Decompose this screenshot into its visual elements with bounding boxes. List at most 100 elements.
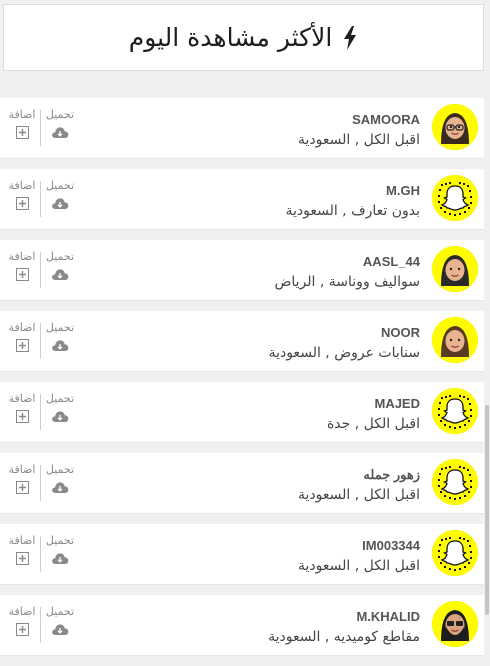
cloud-download-icon [52, 269, 69, 280]
item-actions: اضافة تحميل [4, 463, 78, 505]
username[interactable]: SAMOORA [352, 112, 420, 127]
cloud-download-icon [52, 411, 69, 422]
scrollbar-thumb[interactable] [485, 405, 489, 615]
add-label: اضافة [8, 463, 36, 476]
avatar[interactable] [432, 175, 478, 221]
list-item[interactable]: MAJED اقبل الكل , جدة اضافة تحميل [0, 382, 484, 443]
avatar-bitmoji-icon [432, 246, 478, 292]
add-label: اضافة [8, 179, 36, 192]
download-button[interactable]: تحميل [42, 108, 78, 148]
username[interactable]: MAJED [374, 396, 420, 411]
cloud-download-icon [52, 127, 69, 138]
list-item[interactable]: M.KHALID مقاطع كوميديه , السعودية اضافة … [0, 595, 484, 656]
most-viewed-list: SAMOORA اقبل الكل , السعودية اضافة تحميل… [0, 98, 484, 666]
list-item[interactable]: زهور جمله اقبل الكل , السعودية اضافة تحم… [0, 453, 484, 514]
download-label: تحميل [45, 108, 75, 121]
add-button[interactable]: اضافة [4, 250, 40, 290]
download-label: تحميل [45, 321, 75, 334]
user-description: اقبل الكل , السعودية [298, 558, 420, 574]
page-title: الأكثر مشاهدة اليوم [128, 23, 333, 52]
list-item[interactable]: SAMOORA اقبل الكل , السعودية اضافة تحميل [0, 98, 484, 159]
add-label: اضافة [8, 534, 36, 547]
cloud-download-icon [52, 624, 69, 635]
user-description: اقبل الكل , جدة [326, 416, 420, 432]
snapcode-ghost-icon [432, 175, 478, 221]
add-label: اضافة [8, 321, 36, 334]
item-actions: اضافة تحميل [4, 250, 78, 292]
add-button[interactable]: اضافة [4, 463, 40, 503]
action-divider [40, 323, 41, 359]
username[interactable]: IM003344 [362, 538, 420, 553]
add-label: اضافة [8, 605, 36, 618]
add-button[interactable]: اضافة [4, 534, 40, 574]
download-button[interactable]: تحميل [42, 250, 78, 290]
username[interactable]: AASL_44 [363, 254, 420, 269]
avatar[interactable] [432, 104, 478, 150]
avatar[interactable] [432, 246, 478, 292]
username[interactable]: زهور جمله [363, 467, 420, 483]
download-button[interactable]: تحميل [42, 179, 78, 219]
username[interactable]: M.KHALID [356, 609, 420, 624]
avatar[interactable] [432, 530, 478, 576]
download-button[interactable]: تحميل [42, 392, 78, 432]
add-button[interactable]: اضافة [4, 321, 40, 361]
user-description: مقاطع كوميديه , السعودية [268, 629, 420, 645]
download-button[interactable]: تحميل [42, 321, 78, 361]
download-label: تحميل [45, 250, 75, 263]
plus-square-icon [15, 623, 29, 636]
list-item[interactable]: AASL_44 سواليف ووناسة , الرياض اضافة تحم… [0, 240, 484, 301]
plus-square-icon [15, 552, 29, 565]
action-divider [40, 536, 41, 572]
item-actions: اضافة تحميل [4, 392, 78, 434]
user-description: اقبل الكل , السعودية [298, 132, 420, 148]
action-divider [40, 465, 41, 501]
add-button[interactable]: اضافة [4, 179, 40, 219]
list-item[interactable]: M.GH بدون تعارف , السعودية اضافة تحميل [0, 169, 484, 230]
avatar[interactable] [432, 388, 478, 434]
add-label: اضافة [8, 392, 36, 405]
item-actions: اضافة تحميل [4, 179, 78, 221]
download-label: تحميل [45, 392, 75, 405]
avatar[interactable] [432, 459, 478, 505]
item-actions: اضافة تحميل [4, 534, 78, 576]
item-actions: اضافة تحميل [4, 108, 78, 150]
cloud-download-icon [52, 553, 69, 564]
item-actions: اضافة تحميل [4, 605, 78, 647]
avatar-bitmoji-icon [432, 104, 478, 150]
snapcode-ghost-icon [432, 459, 478, 505]
download-button[interactable]: تحميل [42, 534, 78, 574]
action-divider [40, 181, 41, 217]
avatar-bitmoji-icon [432, 601, 478, 647]
plus-square-icon [15, 197, 29, 210]
download-button[interactable]: تحميل [42, 463, 78, 503]
cloud-download-icon [52, 482, 69, 493]
username[interactable]: M.GH [386, 183, 420, 198]
user-description: اقبل الكل , السعودية [298, 487, 420, 503]
item-actions: اضافة تحميل [4, 321, 78, 363]
action-divider [40, 252, 41, 288]
action-divider [40, 607, 41, 643]
list-item[interactable]: NOOR سنابات عروض , السعودية اضافة تحميل [0, 311, 484, 372]
username[interactable]: NOOR [381, 325, 420, 340]
download-button[interactable]: تحميل [42, 605, 78, 645]
action-divider [40, 110, 41, 146]
cloud-download-icon [52, 198, 69, 209]
add-button[interactable]: اضافة [4, 605, 40, 645]
add-button[interactable]: اضافة [4, 392, 40, 432]
plus-square-icon [15, 268, 29, 281]
plus-square-icon [15, 481, 29, 494]
download-label: تحميل [45, 179, 75, 192]
avatar[interactable] [432, 317, 478, 363]
add-label: اضافة [8, 250, 36, 263]
plus-square-icon [15, 410, 29, 423]
user-description: سنابات عروض , السعودية [268, 345, 420, 361]
add-button[interactable]: اضافة [4, 108, 40, 148]
avatar[interactable] [432, 601, 478, 647]
bolt-icon [344, 25, 357, 50]
download-label: تحميل [45, 463, 75, 476]
download-label: تحميل [45, 534, 75, 547]
plus-square-icon [15, 126, 29, 139]
action-divider [40, 394, 41, 430]
add-label: اضافة [8, 108, 36, 121]
list-item[interactable]: IM003344 اقبل الكل , السعودية اضافة تحمي… [0, 524, 484, 585]
